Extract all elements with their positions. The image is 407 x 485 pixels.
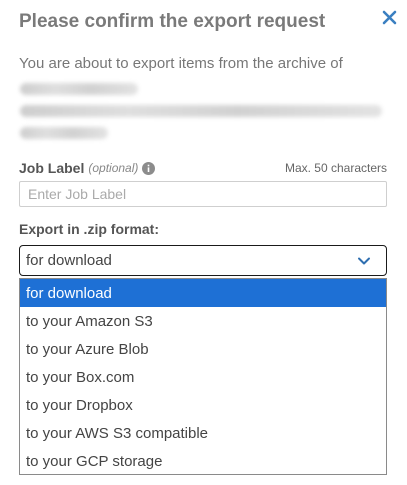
option-aws-s3-compatible[interactable]: to your AWS S3 compatible [20,419,386,447]
close-icon [382,10,397,25]
option-amazon-s3[interactable]: to your Amazon S3 [20,307,386,335]
job-label-text: Job Label [19,160,85,176]
job-label-heading: Job Label (optional) [19,160,156,176]
option-dropbox[interactable]: to your Dropbox [20,391,386,419]
export-format-selected-value: for download [26,252,112,269]
export-format-label: Export in .zip format: [19,221,159,237]
export-confirm-dialog: Please confirm the export request You ar… [0,0,407,485]
option-azure-blob[interactable]: to your Azure Blob [20,335,386,363]
option-gcp-storage[interactable]: to your GCP storage [20,447,386,475]
chevron-down-icon [356,253,372,269]
option-box-com[interactable]: to your Box.com [20,363,386,391]
export-intro-text: You are about to export items from the a… [19,55,343,72]
dialog-title: Please confirm the export request [19,11,326,32]
export-format-select[interactable]: for download [19,245,387,276]
info-icon[interactable] [142,161,156,175]
optional-hint: (optional) [88,161,139,175]
option-for-download[interactable]: for download [20,279,386,307]
close-button[interactable] [376,4,402,30]
export-format-options: for download to your Amazon S3 to your A… [19,278,387,475]
max-characters-note: Max. 50 characters [284,161,387,175]
job-label-input[interactable] [19,181,387,207]
